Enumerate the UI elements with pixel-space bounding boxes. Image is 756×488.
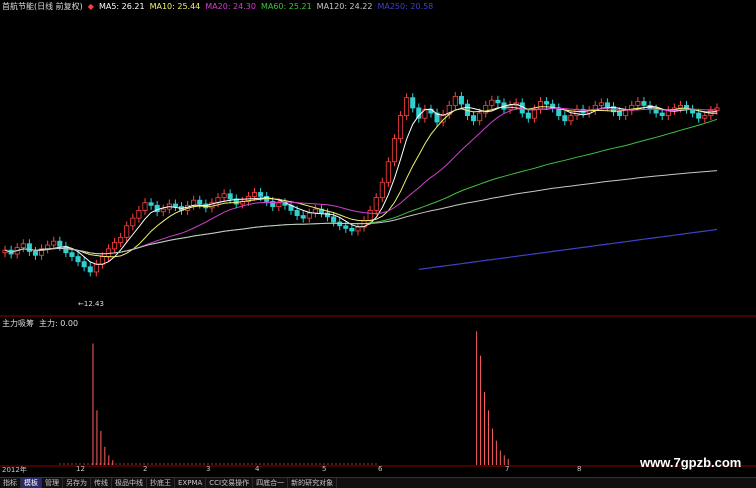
candle-body [251, 192, 258, 197]
candle-body [471, 115, 477, 122]
candlestick-chart[interactable] [0, 0, 756, 487]
candle-body [537, 101, 544, 110]
candle-body [51, 240, 57, 246]
candle-body [355, 226, 361, 232]
candle-body [191, 199, 197, 206]
candle-body [544, 101, 550, 105]
candle-body [489, 99, 495, 106]
candle-body [477, 112, 483, 122]
candle-body [617, 111, 623, 117]
candle-body [197, 199, 203, 205]
ma250-line [418, 228, 718, 270]
candle-body [142, 202, 148, 211]
candle-body [562, 115, 568, 122]
candle-body [452, 96, 458, 106]
time-axis-label: 2012年 [2, 466, 27, 474]
time-axis-label: 2 [143, 465, 148, 473]
candle-body [696, 112, 702, 119]
candle-body [379, 181, 385, 199]
candle-body [398, 115, 404, 140]
candle-body [172, 203, 178, 207]
time-axis-label: 12 [76, 465, 85, 473]
candle-body [69, 252, 75, 257]
candle-body [227, 193, 233, 200]
candle-body [331, 216, 337, 223]
candle-body [124, 225, 130, 238]
candle-body [136, 210, 142, 219]
low-price-label: ←12.43 [78, 300, 104, 308]
candle-body [57, 240, 63, 247]
candle-body [276, 202, 282, 207]
candle-body [20, 243, 26, 248]
legend-title: 首航节能(日线 前复权) [2, 2, 83, 11]
stock-chart-window: 首航节能(日线 前复权) ◆ MA5: 26.21 MA10: 25.44 MA… [0, 0, 756, 488]
candle-body [525, 112, 531, 119]
legend-marker-icon: ◆ [87, 2, 94, 11]
indicator-legend: 主力吸筹 主力: 0.00 [2, 318, 78, 329]
candle-body [99, 256, 105, 265]
time-axis-label: 5 [322, 465, 327, 473]
time-axis-label: 6 [378, 465, 383, 473]
candle-body [702, 115, 708, 119]
legend-ma20: MA20: 24.30 [205, 2, 256, 11]
candle-body [458, 96, 464, 105]
candle-body [130, 217, 136, 227]
candle-body [495, 99, 501, 104]
ma-legend: 首航节能(日线 前复权) ◆ MA5: 26.21 MA10: 25.44 MA… [2, 1, 433, 12]
candle-body [385, 161, 391, 183]
candle-body [367, 210, 373, 222]
candle-body [598, 102, 604, 106]
ma5-line [4, 103, 718, 265]
time-axis-label: 8 [577, 465, 582, 473]
watermark: www.7gpzb.com [640, 455, 742, 470]
legend-ma60: MA60: 25.21 [260, 2, 312, 11]
candle-body [87, 266, 93, 273]
candle-body [404, 97, 410, 117]
candle-body [659, 112, 665, 117]
candle-body [26, 243, 32, 252]
candle-body [677, 104, 683, 109]
indicator-name: 主力吸筹 [2, 319, 34, 328]
legend-ma120: MA120: 24.22 [316, 2, 373, 11]
candle-body [300, 215, 306, 219]
candle-body [93, 263, 99, 273]
candle-body [416, 107, 422, 119]
candle-body [410, 97, 416, 109]
bottom-tab-bar: 指标 模板 管理 另存为 传线 极品中线 抄底王 EXPMA CCI交易操作 四… [0, 477, 756, 488]
legend-ma250: MA250: 20.58 [377, 2, 434, 11]
candle-body [391, 138, 397, 163]
candle-body [294, 210, 300, 216]
candle-body [349, 227, 355, 232]
candle-body [623, 110, 629, 117]
time-axis-label: 3 [206, 465, 211, 473]
candle-body [306, 212, 312, 219]
candle-body [568, 115, 574, 122]
ma10-line [4, 106, 718, 258]
candle-body [373, 197, 379, 211]
candle-body [312, 208, 318, 214]
candle-body [148, 202, 154, 206]
candle-body [105, 248, 112, 257]
candle-body [75, 256, 81, 263]
candle-body [258, 192, 264, 197]
candle-body [531, 108, 537, 119]
candle-body [32, 251, 38, 256]
candle-body [604, 102, 610, 108]
candle-body [112, 242, 118, 250]
time-axis-label: 4 [255, 465, 260, 473]
candle-body [160, 208, 166, 213]
legend-ma5: MA5: 26.21 [98, 2, 145, 11]
indicator-line-label: 主力: 0.00 [39, 319, 79, 328]
candle-body [641, 101, 647, 106]
candle-body [635, 101, 641, 106]
legend-ma10: MA10: 25.44 [149, 2, 201, 11]
candle-body [81, 261, 87, 268]
candle-body [343, 225, 349, 229]
time-axis-label: 7 [505, 465, 510, 473]
candle-body [118, 236, 124, 243]
ma60-line [4, 118, 718, 255]
candle-body [221, 193, 227, 199]
